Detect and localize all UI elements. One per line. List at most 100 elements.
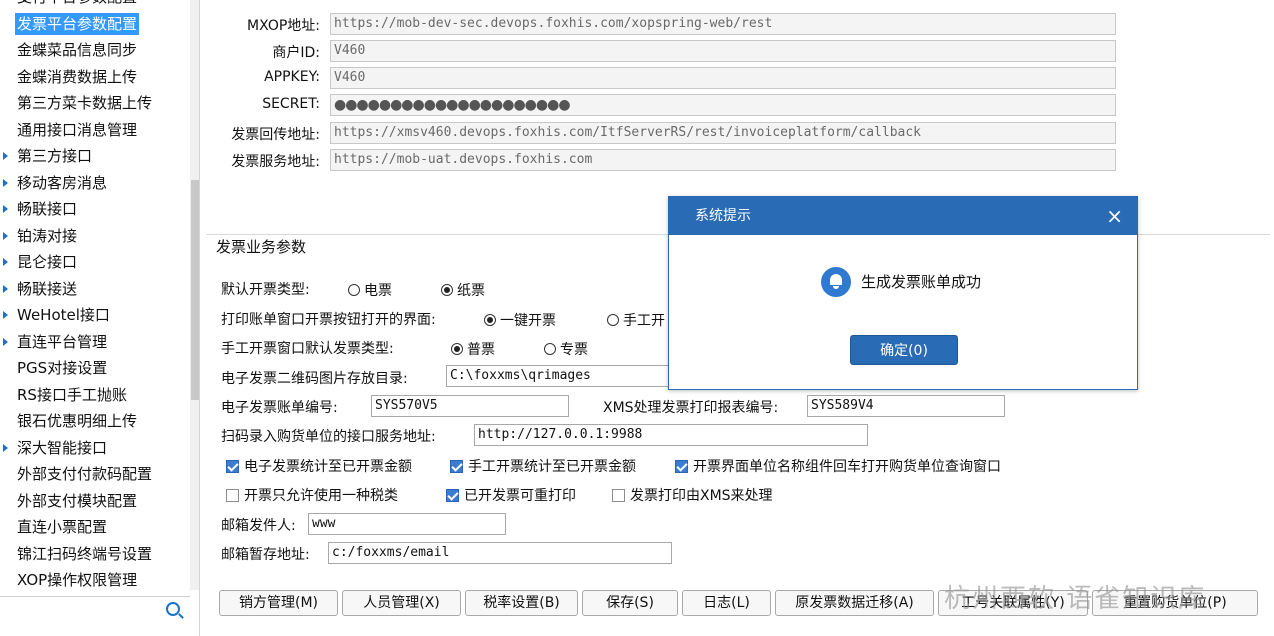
xms-report-label: XMS处理发票打印报表编号: [603, 400, 779, 416]
tax-rate-button[interactable]: 税率设置(B) [465, 590, 578, 616]
save-button[interactable]: 保存(S) [582, 590, 678, 616]
dialog-message: 生成发票账单成功 [861, 273, 982, 291]
sidebar-scrollbar-thumb[interactable] [191, 180, 199, 400]
expand-arrow-icon[interactable] [3, 443, 8, 452]
sidebar-item-label: 支付平台参数配置 [15, 0, 139, 8]
mxop-label: MXOP地址: [247, 18, 320, 34]
sidebar-item[interactable]: 移动客房消息 [0, 170, 190, 197]
chk-enter-open-query[interactable]: 开票界面单位名称组件回车打开购货单位查询窗口 [675, 456, 1001, 476]
appkey-field[interactable]: V460 [330, 67, 1116, 89]
xms-report-field[interactable]: SYS589V4 [807, 395, 1005, 417]
sidebar-item[interactable]: 畅联接送 [0, 276, 190, 303]
sidebar-item-label: 深大智能接口 [17, 438, 108, 457]
radio-e-invoice[interactable]: 电票 [348, 280, 392, 300]
expand-arrow-icon[interactable] [3, 284, 8, 293]
close-icon[interactable]: × [1106, 197, 1123, 235]
radio-circle[interactable] [544, 343, 556, 355]
merchant-id-field[interactable]: V460 [330, 40, 1116, 62]
radio-special-invoice[interactable]: 专票 [544, 339, 588, 359]
sidebar-search-input[interactable] [0, 596, 190, 626]
migrate-data-button[interactable]: 原发票数据迁移(A) [775, 590, 934, 616]
radio-circle[interactable] [348, 284, 360, 296]
staff-management-button[interactable]: 人员管理(X) [342, 590, 461, 616]
sidebar-item-label: WeHotel接口 [17, 306, 110, 324]
callback-label: 发票回传地址: [231, 127, 320, 143]
checkbox-label: 已开发票可重打印 [464, 488, 576, 504]
radio-paper-invoice[interactable]: 纸票 [441, 280, 485, 300]
checkbox-label: 开票只允许使用一种税类 [244, 488, 398, 504]
sidebar-item[interactable]: 金蝶菜品信息同步 [0, 37, 190, 64]
sidebar-item[interactable]: 畅联接口 [0, 196, 190, 223]
sidebar-item[interactable]: 外部支付付款码配置 [0, 461, 190, 488]
sidebar-item[interactable]: 锦江扫码终端号设置 [0, 541, 190, 568]
mail-sender-field[interactable]: www [308, 513, 506, 535]
sidebar-item[interactable]: 直连小票配置 [0, 514, 190, 541]
mail-dir-field[interactable]: c:/foxxms/email [328, 542, 672, 564]
dialog-header: 系统提示 × [669, 197, 1137, 235]
sidebar-item-label: 发票平台参数配置 [15, 12, 140, 35]
sidebar-item[interactable]: 第三方接口 [0, 143, 190, 170]
search-icon[interactable] [166, 602, 180, 616]
radio-circle-selected[interactable] [441, 284, 453, 296]
radio-circle-selected[interactable] [484, 314, 496, 326]
service-field[interactable]: https://mob-uat.devops.foxhis.com [330, 149, 1116, 171]
sidebar-item[interactable]: 通用接口消息管理 [0, 117, 190, 144]
mxop-field[interactable]: https://mob-dev-sec.devops.foxhis.com/xo… [330, 13, 1116, 35]
checkbox-label: 电子发票统计至已开票金额 [244, 459, 412, 475]
scan-service-field[interactable]: http://127.0.0.1:9988 [474, 424, 868, 446]
sidebar-item[interactable]: RS接口手工抛账 [0, 382, 190, 409]
sidebar-item[interactable]: XOP操作权限管理 [0, 567, 190, 594]
chk-single-tax[interactable]: 开票只允许使用一种税类 [226, 485, 398, 505]
expand-arrow-icon[interactable] [3, 337, 8, 346]
callback-field[interactable]: https://xmsv460.devops.foxhis.com/ItfSer… [330, 122, 1116, 144]
checkbox-checked[interactable] [226, 459, 239, 473]
secret-field[interactable]: ●●●●●●●●●●●●●●●●●●●●● [330, 94, 1116, 116]
sidebar-item[interactable]: 发票平台参数配置 [0, 11, 190, 38]
chk-xms-print[interactable]: 发票打印由XMS来处理 [612, 485, 773, 505]
chk-reprint[interactable]: 已开发票可重打印 [446, 485, 576, 505]
sidebar-scrollbar[interactable] [190, 0, 199, 590]
checkbox-checked[interactable] [446, 488, 459, 502]
sidebar-item[interactable]: 银石优惠明细上传 [0, 408, 190, 435]
sidebar-item[interactable]: 深大智能接口 [0, 435, 190, 462]
radio-circle[interactable] [607, 314, 619, 326]
checkbox-checked[interactable] [450, 459, 463, 473]
expand-arrow-icon[interactable] [3, 152, 8, 160]
sidebar-item[interactable]: 直连平台管理 [0, 329, 190, 356]
sidebar-item[interactable]: PGS对接设置 [0, 355, 190, 382]
bill-no-field[interactable]: SYS570V5 [371, 395, 569, 417]
sidebar-item-label: 第三方接口 [17, 147, 93, 165]
log-button[interactable]: 日志(L) [682, 590, 771, 616]
sidebar-item-label: 外部支付模块配置 [17, 491, 138, 510]
sidebar-item[interactable]: 支付平台参数配置 [0, 0, 190, 11]
checkbox-checked[interactable] [675, 459, 688, 473]
radio-manual[interactable]: 手工开 [607, 310, 665, 330]
radio-label: 普票 [467, 342, 495, 358]
expand-arrow-icon[interactable] [3, 231, 8, 240]
ok-button[interactable]: 确定(0) [850, 335, 958, 365]
sidebar-item[interactable]: 金蝶消费数据上传 [0, 64, 190, 91]
seller-management-button[interactable]: 销方管理(M) [219, 590, 338, 616]
checkbox-unchecked[interactable] [226, 488, 239, 502]
radio-circle-selected[interactable] [451, 343, 463, 355]
chk-e-invoice-stat[interactable]: 电子发票统计至已开票金额 [226, 456, 412, 476]
chk-manual-stat[interactable]: 手工开票统计至已开票金额 [450, 456, 636, 476]
expand-arrow-icon[interactable] [3, 205, 8, 213]
qr-dir-field[interactable]: C:\foxxms\qrimages [446, 365, 676, 387]
sidebar-item-label: 通用接口消息管理 [17, 120, 138, 139]
sidebar-item[interactable]: 第三方菜卡数据上传 [0, 90, 190, 117]
sidebar-item[interactable]: WeHotel接口 [0, 302, 190, 329]
radio-one-click[interactable]: 一键开票 [484, 310, 556, 330]
expand-arrow-icon[interactable] [3, 311, 8, 319]
expand-arrow-icon[interactable] [3, 178, 8, 187]
expand-arrow-icon[interactable] [3, 258, 8, 266]
sidebar-item[interactable]: 铂涛对接 [0, 223, 190, 250]
radio-label: 纸票 [457, 283, 485, 299]
checkbox-unchecked[interactable] [612, 488, 625, 502]
sidebar-item[interactable]: 外部支付模块配置 [0, 488, 190, 515]
sidebar-item[interactable]: 昆仑接口 [0, 249, 190, 276]
business-section-title: 发票业务参数 [216, 238, 307, 256]
radio-normal-invoice[interactable]: 普票 [451, 339, 495, 359]
merchant-id-label: 商户ID: [272, 45, 320, 61]
radio-label: 手工开 [623, 313, 665, 329]
